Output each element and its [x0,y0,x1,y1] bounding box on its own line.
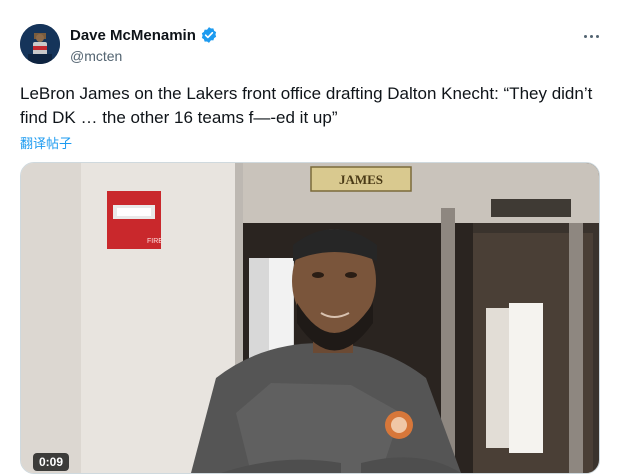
video-timestamp: 0:09 [33,453,70,471]
fire-alarm-icon: FIRE [107,191,163,249]
translate-post-link[interactable]: 翻译帖子 [20,133,72,152]
avatar[interactable] [20,24,60,64]
more-options-icon[interactable] [579,28,603,44]
avatar-photo [20,24,60,64]
tweet-text: LeBron James on the Lakers front office … [20,84,593,127]
author-handle[interactable]: @mcten [70,48,122,64]
author-name-row: Dave McMenamin [70,26,218,44]
video-frame: FIRE JAMES [21,163,599,473]
fire-alarm-label: FIRE [147,238,163,245]
verified-badge-icon [200,26,218,44]
locker-nameplate: JAMES [339,172,383,187]
video-player[interactable]: FIRE JAMES 0:09 [20,162,600,474]
author-display-name[interactable]: Dave McMenamin [70,27,196,44]
